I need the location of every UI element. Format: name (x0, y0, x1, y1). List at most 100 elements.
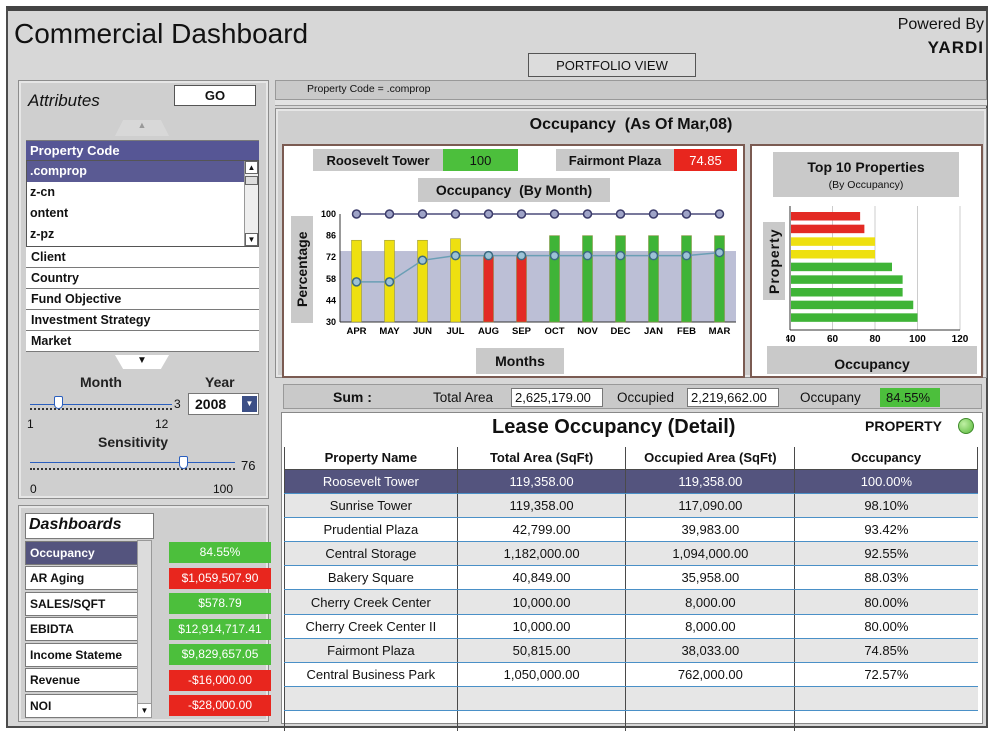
dashboard-item-name[interactable]: Occupancy (25, 540, 152, 565)
listbox-option[interactable]: z-cn (27, 182, 258, 203)
scroll-down-arrow-icon[interactable]: ▼ (138, 703, 151, 717)
series-point (549, 250, 560, 261)
table-row[interactable]: Cherry Creek Center II 10,000.00 8,000.00 8… (284, 614, 978, 639)
property-bar (791, 275, 903, 284)
listbox-scrollbar[interactable]: ▲ ▼ (244, 161, 258, 246)
series-point (351, 209, 362, 219)
series-point (714, 209, 725, 219)
low-property-name: Fairmont Plaza (556, 149, 674, 171)
property-code-listbox[interactable]: .comprop z-cn ontent z-pz ▲ ▼ (26, 160, 259, 247)
table-row[interactable]: Roosevelt Tower 119,358.00 119,358.00 100.0… (284, 469, 978, 494)
attr-item-investment-strategy[interactable]: Investment Strategy (26, 310, 259, 331)
listbox-option[interactable]: z-pz (27, 224, 258, 245)
x-tick-label: 80 (869, 334, 881, 345)
series-point (450, 250, 461, 261)
monthly-chart-title: Occupancy (By Month) (418, 178, 610, 202)
table-row[interactable]: Sunrise Tower 119,358.00 117,090.00 98.10% (284, 493, 978, 518)
month-slider[interactable] (30, 396, 172, 416)
occupancy-bar (483, 255, 494, 323)
attr-item-country[interactable]: Country (26, 268, 259, 289)
listbox-option[interactable]: ontent (27, 203, 258, 224)
x-tick-label: 100 (909, 334, 926, 345)
property-toggle-indicator[interactable] (958, 418, 974, 434)
dashboard-item-name[interactable]: EBIDTA (25, 617, 152, 642)
y-tick-label: 44 (326, 295, 336, 305)
table-cell: 119,358.00 (456, 469, 626, 494)
series-point (384, 277, 395, 287)
portfolio-view-button[interactable]: PORTFOLIO VIEW (528, 53, 696, 77)
x-tick-label: NOV (577, 326, 598, 337)
table-row[interactable] (284, 710, 978, 731)
table-row[interactable]: Bakery Square 40,849.00 35,958.00 88.03% (284, 565, 978, 591)
table-cell: 98.10% (794, 493, 978, 518)
sensitivity-slider[interactable] (30, 456, 235, 478)
sensitivity-label: Sensitivity (98, 434, 169, 450)
top10-subtitle: (By Occupancy) (828, 179, 904, 191)
year-select[interactable]: 2008 ▼ (188, 393, 259, 415)
attr-item-client[interactable]: Client (26, 247, 259, 268)
table-row[interactable]: Cherry Creek Center 10,000.00 8,000.00 80.0… (284, 589, 978, 615)
col-property-name[interactable]: Property Name (284, 447, 458, 470)
x-tick-label: MAR (709, 326, 731, 337)
scroll-down-arrow-icon[interactable]: ▼ (245, 233, 258, 246)
col-occupancy[interactable]: Occupancy (794, 447, 978, 470)
chevron-down-icon[interactable]: ▼ (242, 396, 257, 412)
table-row[interactable]: Central Storage 1,182,000.00 1,094,000.00 9… (284, 541, 978, 567)
table-cell: 93.42% (794, 517, 978, 543)
year-value: 2008 (195, 396, 227, 412)
property-code-label: Property Code = .comprop (307, 83, 431, 95)
table-cell: 119,358.00 (625, 469, 795, 494)
col-occupied-area[interactable]: Occupied Area (SqFt) (625, 447, 796, 470)
scroll-up-arrow-icon[interactable]: ▲ (245, 161, 258, 174)
x-tick-label: FEB (677, 326, 696, 337)
table-row[interactable]: Prudential Plaza 42,799.00 39,983.00 93.42% (284, 517, 978, 543)
table-cell: 1,182,000.00 (456, 541, 626, 567)
x-tick-label: SEP (512, 326, 532, 337)
go-button[interactable]: GO (174, 85, 256, 106)
scroll-up-tab[interactable]: ▲ (115, 120, 169, 136)
sum-label: Sum : (333, 389, 372, 405)
table-cell: Bakery Square (284, 565, 458, 591)
monthly-chart-xlabel: Months (476, 348, 564, 374)
listbox-option-selected[interactable]: .comprop (27, 161, 244, 182)
table-row[interactable]: Fairmont Plaza 50,815.00 38,033.00 74.85% (284, 638, 978, 664)
x-tick-label: JUL (447, 326, 465, 337)
dashboards-scrollbar[interactable]: ▼ (137, 540, 152, 718)
dashboard-item-name[interactable]: AR Aging (25, 566, 152, 591)
occupancy-title: Occupancy (As Of Mar,08) (529, 116, 733, 133)
month-value: 3 (174, 397, 181, 411)
table-row[interactable]: Central Business Park 1,050,000.00 762,000… (284, 662, 978, 688)
scroll-thumb[interactable] (245, 176, 258, 185)
table-cell: 80.00% (794, 589, 978, 615)
attr-item-fund-objective[interactable]: Fund Objective (26, 289, 259, 310)
scroll-down-tab[interactable]: ▼ (115, 355, 169, 369)
month-max: 12 (155, 417, 169, 431)
table-cell: 92.55% (794, 541, 978, 567)
col-total-area[interactable]: Total Area (SqFt) (456, 447, 627, 470)
property-code-header[interactable]: Property Code (26, 140, 259, 160)
table-cell: 100.00% (794, 469, 978, 494)
x-tick-label: 40 (786, 334, 796, 345)
table-cell: 72.57% (794, 662, 978, 688)
month-slider-thumb[interactable] (54, 396, 64, 409)
occupied-value: 2,219,662.00 (687, 388, 779, 407)
sensitivity-slider-thumb[interactable] (178, 456, 188, 469)
series-point (516, 250, 527, 261)
dashboard-item-name[interactable]: Income Stateme (25, 642, 152, 667)
attr-item-market[interactable]: Market (26, 331, 259, 352)
detail-title: Lease Occupancy (Detail) (492, 416, 736, 438)
table-cell: 1,094,000.00 (625, 541, 795, 567)
sensitivity-value: 76 (241, 458, 256, 473)
series-point (417, 209, 428, 219)
dashboard-item-name[interactable]: Revenue (25, 668, 152, 693)
dashboard-item-name[interactable]: NOI (25, 693, 152, 718)
table-cell: 10,000.00 (456, 614, 626, 639)
month-label: Month (80, 374, 122, 390)
property-bar (791, 288, 903, 297)
x-tick-label: 120 (952, 334, 969, 345)
table-row[interactable] (284, 686, 978, 712)
property-bar (791, 313, 918, 322)
dashboard-item-value: 84.55% (169, 542, 271, 564)
dashboard-item-name[interactable]: SALES/SQFT (25, 591, 152, 616)
table-cell: 38,033.00 (625, 638, 795, 664)
